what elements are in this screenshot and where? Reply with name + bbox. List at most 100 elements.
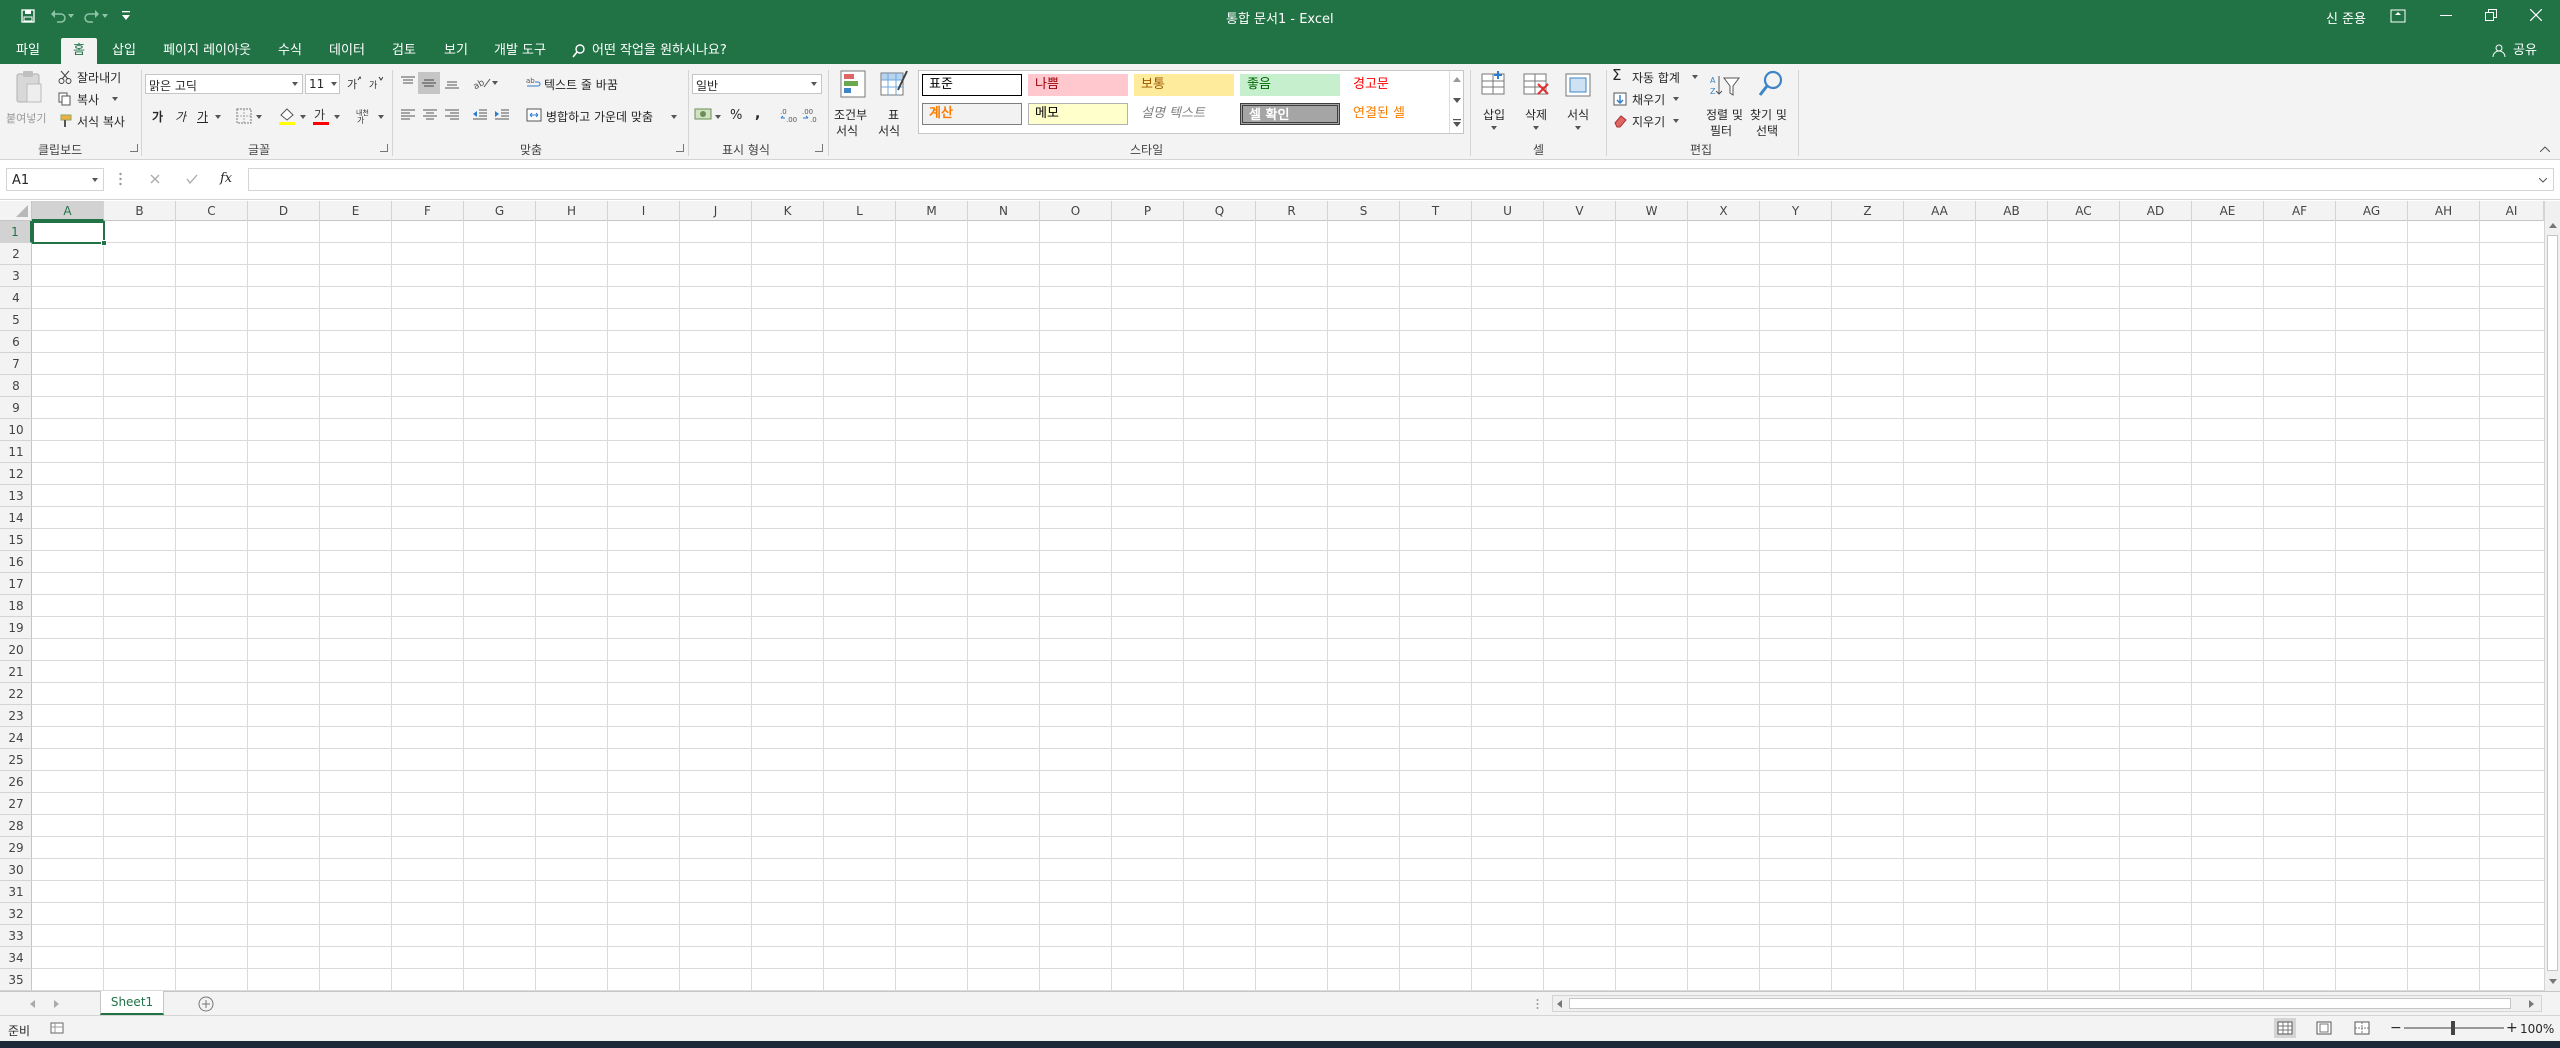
tab-page-layout[interactable]: 페이지 레이아웃 — [156, 38, 258, 64]
column-header-v[interactable]: V — [1544, 201, 1616, 221]
copy-button[interactable]: 복사 — [77, 91, 99, 108]
style-check-cell[interactable]: 셀 확인 — [1240, 103, 1340, 125]
active-cell[interactable] — [32, 221, 105, 244]
zoom-out-button[interactable]: − — [2390, 1020, 2402, 1036]
style-neutral[interactable]: 보통 — [1134, 74, 1234, 96]
merge-center-button[interactable]: 병합하고 가운데 맞춤 — [546, 108, 653, 125]
wrap-text-button[interactable]: 텍스트 줄 바꿈 — [544, 76, 618, 93]
column-header-w[interactable]: W — [1616, 201, 1688, 221]
style-linked-cell[interactable]: 연결된 셀 — [1346, 103, 1446, 125]
page-layout-view-icon[interactable] — [2316, 1021, 2332, 1035]
row-header-16[interactable]: 16 — [0, 551, 32, 573]
row-header-32[interactable]: 32 — [0, 903, 32, 925]
gallery-down-icon[interactable] — [1453, 98, 1461, 103]
decrease-decimal-icon[interactable]: .00.0 — [802, 107, 820, 123]
borders-dropdown-icon[interactable] — [256, 115, 262, 119]
vertical-scrollbar[interactable] — [2544, 201, 2560, 991]
tab-developer[interactable]: 개발 도구 — [488, 38, 552, 64]
horizontal-scrollbar[interactable] — [1552, 995, 2542, 1012]
insert-cells-button[interactable]: 삽입 — [1474, 68, 1514, 140]
row-header-15[interactable]: 15 — [0, 529, 32, 551]
row-header-27[interactable]: 27 — [0, 793, 32, 815]
zoom-slider-thumb[interactable] — [2451, 1021, 2455, 1035]
row-header-5[interactable]: 5 — [0, 309, 32, 331]
macro-record-icon[interactable] — [50, 1022, 64, 1034]
wrap-text-icon[interactable]: ab — [526, 74, 542, 90]
comma-style-button[interactable]: , — [755, 106, 760, 122]
customize-qat-icon[interactable] — [122, 11, 130, 21]
scroll-right-icon[interactable] — [2529, 1000, 2534, 1008]
underline-dropdown-icon[interactable] — [215, 115, 221, 119]
undo-icon[interactable] — [50, 9, 66, 23]
fill-color-dropdown-icon[interactable] — [300, 115, 306, 119]
fill-button[interactable]: 채우기 — [1632, 91, 1665, 108]
tab-review[interactable]: 검토 — [384, 38, 424, 64]
share-person-icon[interactable] — [2492, 44, 2506, 58]
normal-view-button[interactable] — [2274, 1018, 2296, 1038]
enter-icon[interactable] — [186, 174, 198, 184]
row-header-33[interactable]: 33 — [0, 925, 32, 947]
row-header-10[interactable]: 10 — [0, 419, 32, 441]
tab-formulas[interactable]: 수식 — [270, 38, 310, 64]
cancel-icon[interactable] — [150, 174, 160, 184]
orientation-icon[interactable]: ab — [473, 74, 491, 90]
collapse-ribbon-icon[interactable] — [2540, 146, 2550, 152]
decrease-indent-icon[interactable] — [472, 108, 488, 122]
column-header-f[interactable]: F — [392, 201, 464, 221]
fill-dropdown-icon[interactable] — [1673, 97, 1679, 101]
autosum-dropdown-icon[interactable] — [1692, 75, 1698, 79]
fill-color-icon[interactable] — [278, 106, 296, 126]
column-header-k[interactable]: K — [752, 201, 824, 221]
row-header-29[interactable]: 29 — [0, 837, 32, 859]
font-color-dropdown-icon[interactable] — [334, 115, 340, 119]
save-icon[interactable] — [20, 8, 36, 24]
close-icon[interactable] — [2530, 9, 2542, 21]
increase-decimal-icon[interactable]: .0.00 — [780, 107, 798, 123]
column-header-m[interactable]: M — [896, 201, 968, 221]
sort-filter-button[interactable]: AZ 정렬 및 필터 — [1704, 68, 1746, 140]
column-header-aa[interactable]: AA — [1904, 201, 1976, 221]
gallery-up-icon[interactable] — [1453, 77, 1461, 82]
minimize-icon[interactable] — [2440, 15, 2452, 17]
column-header-t[interactable]: T — [1400, 201, 1472, 221]
font-color-icon[interactable]: 가 — [312, 106, 330, 126]
merge-center-icon[interactable] — [526, 108, 542, 122]
row-header-31[interactable]: 31 — [0, 881, 32, 903]
align-left-icon[interactable] — [400, 108, 416, 122]
zoom-in-button[interactable]: + — [2506, 1020, 2518, 1036]
borders-icon[interactable] — [236, 108, 252, 124]
row-header-22[interactable]: 22 — [0, 683, 32, 705]
column-header-o[interactable]: O — [1040, 201, 1112, 221]
orientation-dropdown-icon[interactable] — [492, 81, 498, 85]
style-calculation[interactable]: 계산 — [922, 103, 1022, 125]
column-header-z[interactable]: Z — [1832, 201, 1904, 221]
scroll-down-icon[interactable] — [2549, 979, 2557, 984]
page-break-view-icon[interactable] — [2354, 1021, 2370, 1035]
column-header-c[interactable]: C — [176, 201, 248, 221]
zoom-slider[interactable] — [2404, 1021, 2504, 1035]
format-as-table-button[interactable]: 표 서식 — [874, 68, 914, 138]
tell-me-input[interactable]: 어떤 작업을 원하시나요? — [592, 38, 742, 64]
row-header-8[interactable]: 8 — [0, 375, 32, 397]
autosum-icon[interactable]: Σ — [1612, 66, 1621, 84]
column-header-ai[interactable]: AI — [2480, 201, 2544, 221]
column-header-ah[interactable]: AH — [2408, 201, 2480, 221]
font-size-box[interactable]: 11 — [305, 74, 340, 94]
style-note[interactable]: 메모 — [1028, 103, 1128, 125]
column-header-a[interactable]: A — [32, 201, 104, 221]
row-header-30[interactable]: 30 — [0, 859, 32, 881]
clipboard-dialog-launcher[interactable] — [130, 144, 138, 152]
row-header-21[interactable]: 21 — [0, 661, 32, 683]
undo-dropdown-icon[interactable] — [68, 14, 74, 18]
row-header-26[interactable]: 26 — [0, 771, 32, 793]
prev-sheet-icon[interactable] — [30, 1000, 35, 1008]
ribbon-display-options-icon[interactable] — [2390, 9, 2406, 23]
row-header-19[interactable]: 19 — [0, 617, 32, 639]
paste-button[interactable]: 붙여넣기 — [4, 68, 54, 138]
number-dialog-launcher[interactable] — [815, 144, 823, 152]
conditional-formatting-button[interactable]: 조건부 서식 — [832, 68, 872, 138]
row-header-7[interactable]: 7 — [0, 353, 32, 375]
gallery-more-icon[interactable] — [1453, 119, 1461, 127]
column-header-p[interactable]: P — [1112, 201, 1184, 221]
autosum-button[interactable]: 자동 합계 — [1632, 69, 1680, 86]
